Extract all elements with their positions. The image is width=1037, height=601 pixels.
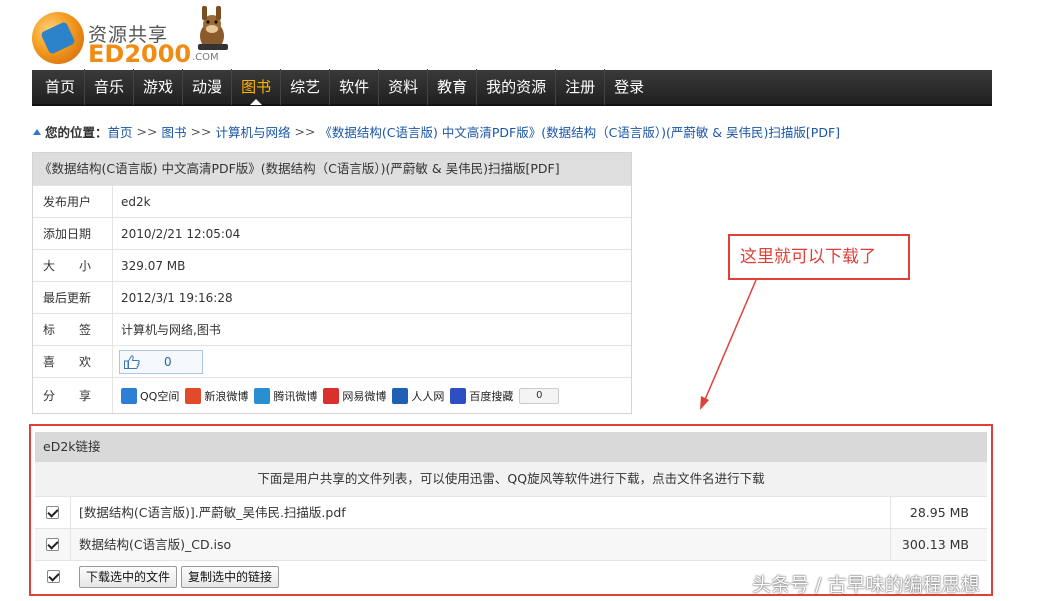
info-row: 标 签计算机与网络,图书 [33, 313, 631, 345]
location-icon [33, 128, 41, 135]
info-value[interactable]: 计算机与网络,图书 [113, 314, 221, 345]
file-size: 300.13 MB [901, 537, 969, 552]
donkey-mascot-icon [198, 6, 228, 50]
info-key: 最后更新 [33, 282, 113, 313]
nav-item-1[interactable]: 音乐 [85, 69, 135, 105]
copy-selected-links-button[interactable]: 复制选中的链接 [181, 565, 280, 588]
info-row: 最后更新 2012/3/1 19:16:28 [33, 281, 631, 313]
select-all-checkbox[interactable] [46, 570, 60, 583]
watermark-text: 头条号 / 古早味的编程思想 [752, 574, 980, 596]
nav-item-4[interactable]: 图书 [232, 69, 282, 105]
share-row: 分 享 QQ空间 新浪微博 腾讯微博 网易微博 人人网 百度搜藏 0 [33, 377, 631, 413]
breadcrumb-computer-network[interactable]: 计算机与网络 [215, 122, 290, 141]
like-row: 喜 欢 0 [33, 345, 631, 377]
nav-item-2[interactable]: 游戏 [134, 69, 184, 105]
logo-com-text: .COM [192, 52, 219, 63]
main-nav: 首页 音乐 游戏 动漫 图书 综艺 软件 资料 教育 我的资源 注册 登录 [32, 69, 992, 106]
share-logo-icon [121, 387, 137, 404]
share-logo-icon [392, 387, 409, 404]
share-item-3[interactable]: 网易微博 [323, 387, 387, 404]
nav-item-0[interactable]: 首页 [36, 69, 86, 105]
file-checkbox[interactable] [46, 506, 59, 519]
file-name-link[interactable]: [数据结构(C语言版)].严蔚敏_吴伟民.扫描版.pdf [71, 497, 891, 528]
breadcrumb: 您的位置： 首页 >> 图书 >> 计算机与网络 >> 《数据结构(C语言版) … [32, 122, 840, 141]
info-key: 发布用户 [33, 186, 113, 217]
breadcrumb-label: 您的位置： [45, 125, 108, 140]
share-logo-icon [185, 387, 202, 404]
nav-item-10[interactable]: 注册 [556, 69, 606, 105]
annotation-arrow-icon [700, 279, 757, 410]
nav-item-5[interactable]: 综艺 [281, 69, 331, 105]
breadcrumb-books[interactable]: 图书 [161, 122, 186, 141]
breadcrumb-sep: >> [294, 124, 316, 139]
logo-en-text: ED2000 [88, 40, 192, 68]
info-value: ed2k [121, 194, 151, 209]
share-logo-icon [254, 387, 271, 404]
resource-info-table: 《数据结构(C语言版) 中文高清PDF版》(数据结构（C语言版）)(严蔚敏 & … [32, 152, 632, 414]
share-label: 腾讯微博 [273, 389, 318, 403]
info-row: 发布用户 ed2k [33, 185, 631, 217]
file-checkbox[interactable] [46, 538, 59, 551]
site-logo[interactable]: 资源共享 ED2000 .COM [32, 6, 242, 68]
breadcrumb-current[interactable]: 《数据结构(C语言版) 中文高清PDF版》(数据结构（C语言版）)(严蔚敏 & … [319, 122, 840, 141]
share-item-5[interactable]: 百度搜藏 [450, 387, 514, 404]
share-count: 0 [519, 387, 560, 404]
share-label: 百度搜藏 [469, 389, 514, 403]
nav-item-6[interactable]: 软件 [330, 69, 380, 105]
share-item-0[interactable]: QQ空间 [121, 387, 180, 404]
nav-item-3[interactable]: 动漫 [183, 69, 233, 105]
share-label: 新浪微博 [204, 389, 249, 403]
breadcrumb-home[interactable]: 首页 [108, 122, 133, 141]
share-item-1[interactable]: 新浪微博 [185, 387, 249, 404]
share-label: QQ空间 [140, 389, 180, 403]
share-item-4[interactable]: 人人网 [392, 387, 445, 404]
info-row: 大 小 329.07 MB [33, 249, 631, 281]
like-count: 0 [164, 354, 172, 369]
nav-item-8[interactable]: 教育 [428, 69, 478, 105]
info-value: 329.07 MB [121, 258, 186, 273]
nav-item-11[interactable]: 登录 [605, 69, 653, 105]
share-logo-icon [323, 387, 340, 404]
file-row: 数据结构(C语言版)_CD.iso 300.13 MB [35, 528, 987, 560]
info-row: 添加日期 2010/2/21 12:05:04 [33, 217, 631, 249]
info-key: 标 签 [33, 314, 113, 345]
share-logo-icon [450, 387, 467, 404]
ed2k-header: eD2k链接 [35, 432, 987, 462]
info-key: 添加日期 [33, 218, 113, 249]
logo-emblem [32, 12, 84, 64]
share-label: 人人网 [411, 389, 445, 403]
file-name-link[interactable]: 数据结构(C语言版)_CD.iso [71, 529, 891, 560]
info-key: 大 小 [33, 250, 113, 281]
file-row: [数据结构(C语言版)].严蔚敏_吴伟民.扫描版.pdf 28.95 MB [35, 496, 987, 528]
ed2k-notice: 下面是用户共享的文件列表，可以使用迅雷、QQ旋风等软件进行下载，点击文件名进行下… [35, 462, 987, 496]
file-size: 28.95 MB [909, 505, 969, 520]
download-selected-button[interactable]: 下载选中的文件 [79, 565, 178, 588]
thumbs-up-icon [124, 354, 140, 369]
share-label: 网易微博 [342, 389, 387, 403]
nav-item-9[interactable]: 我的资源 [477, 69, 557, 105]
like-button[interactable]: 0 [119, 349, 203, 374]
info-value: 2012/3/1 19:16:28 [121, 290, 233, 305]
info-value: 2010/2/21 12:05:04 [121, 226, 241, 241]
resource-title: 《数据结构(C语言版) 中文高清PDF版》(数据结构（C语言版）)(严蔚敏 & … [33, 153, 631, 185]
share-key: 分 享 [33, 378, 113, 413]
nav-item-7[interactable]: 资料 [379, 69, 429, 105]
share-item-2[interactable]: 腾讯微博 [254, 387, 318, 404]
like-key: 喜 欢 [33, 346, 113, 377]
breadcrumb-sep: >> [190, 124, 212, 139]
breadcrumb-sep: >> [136, 124, 158, 139]
